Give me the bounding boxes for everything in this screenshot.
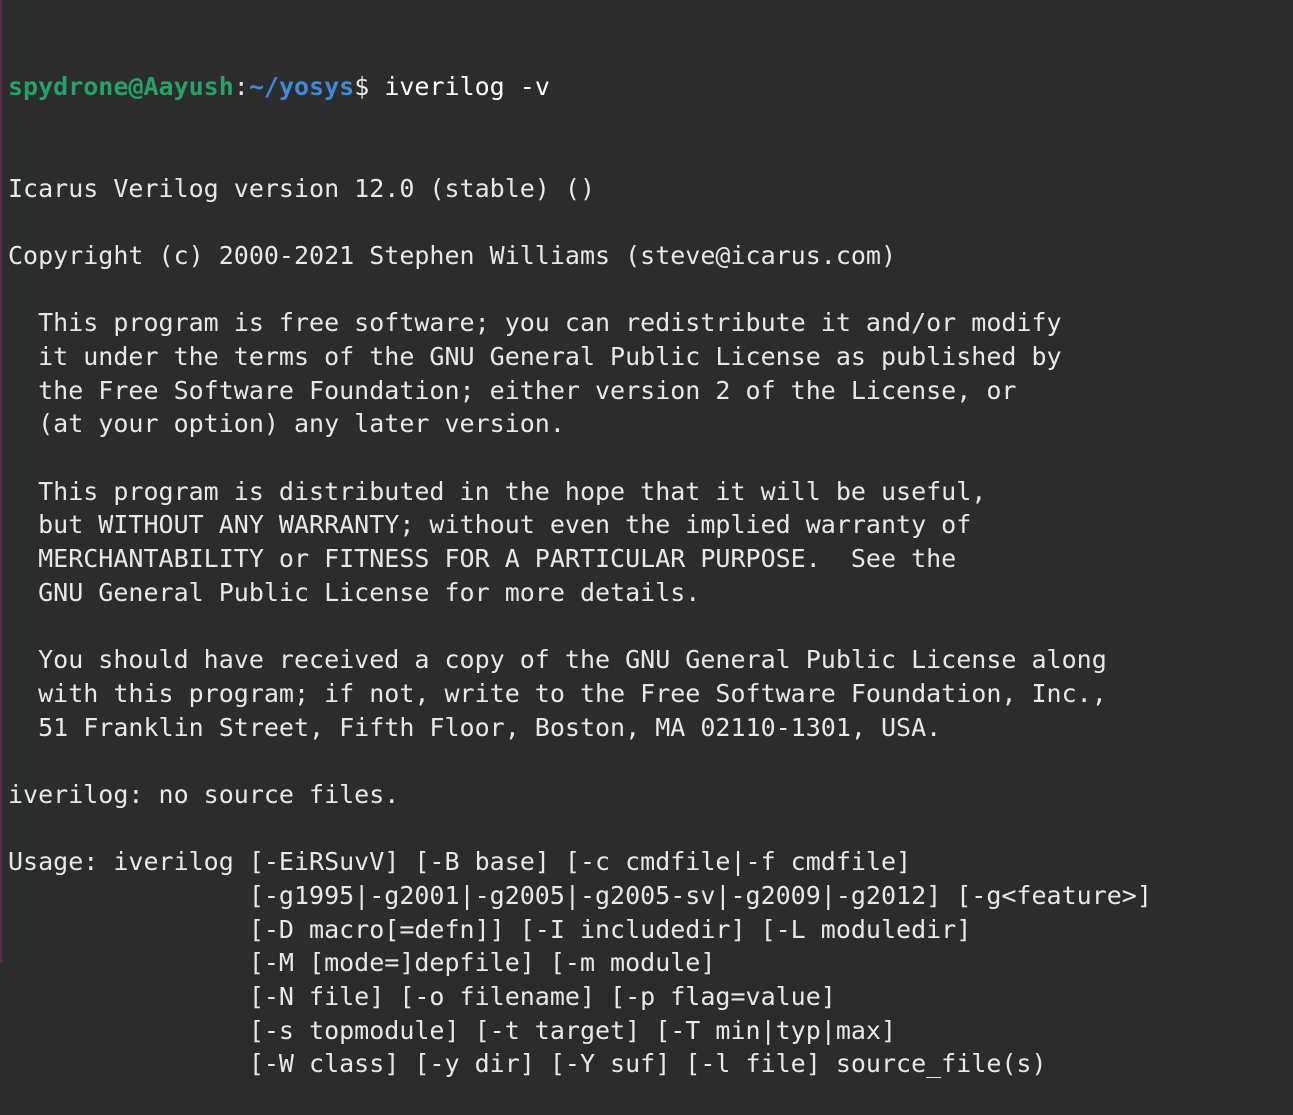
output-line: [-W class] [-y dir] [-Y suf] [-l file] s… [8, 1049, 1047, 1079]
output-line: it under the terms of the GNU General Pu… [8, 341, 1062, 371]
output-line: This program is free software; you can r… [8, 308, 1062, 338]
output-line: [-N file] [-o filename] [-p flag=value] [8, 982, 836, 1011]
terminal-output: Icarus Verilog version 12.0 (stable) () C… [8, 172, 1293, 1082]
terminal-window[interactable]: spydrone@Aayush:~/yosys$ iverilog -v Ica… [0, 0, 1293, 1078]
prompt-command: iverilog -v [384, 72, 550, 102]
output-line: Icarus Verilog version 12.0 (stable) () [8, 173, 595, 203]
output-line: Usage: iverilog [-EiRSuvV] [-B base] [-c… [8, 847, 912, 877]
output-line: [-D macro[=defn]] [-I includedir] [-L mo… [8, 914, 972, 944]
output-line: MERCHANTABILITY or FITNESS FOR A PARTICU… [8, 544, 957, 574]
prompt-colon: : [233, 72, 249, 102]
output-line: (at your option) any later version. [8, 409, 565, 439]
prompt-path: ~/yosys [248, 72, 355, 102]
prompt-dollar: $ [354, 72, 385, 102]
output-line: [-s topmodule] [-t target] [-T min|typ|m… [8, 1015, 897, 1045]
output-line: GNU General Public License for more deta… [8, 577, 701, 607]
output-line: but WITHOUT ANY WARRANTY; without even t… [8, 510, 972, 540]
output-line: with this program; if not, write to the … [8, 678, 1107, 708]
prompt-user-host: spydrone@Aayush [8, 72, 234, 102]
prompt-line: spydrone@Aayush:~/yosys$ iverilog -v [8, 70, 1293, 104]
output-line: [-g1995|-g2001|-g2005|-g2005-sv|-g2009|-… [8, 880, 1152, 910]
output-line: [-M [mode=]depfile] [-m module] [8, 948, 716, 978]
output-line: 51 Franklin Street, Fifth Floor, Boston,… [8, 712, 942, 742]
output-line: This program is distributed in the hope … [8, 476, 987, 506]
output-line: You should have received a copy of the G… [8, 645, 1107, 675]
output-line: Copyright (c) 2000-2021 Stephen Williams… [8, 240, 897, 270]
output-line: the Free Software Foundation; either ver… [8, 375, 1017, 405]
output-line: iverilog: no source files. [8, 779, 400, 809]
